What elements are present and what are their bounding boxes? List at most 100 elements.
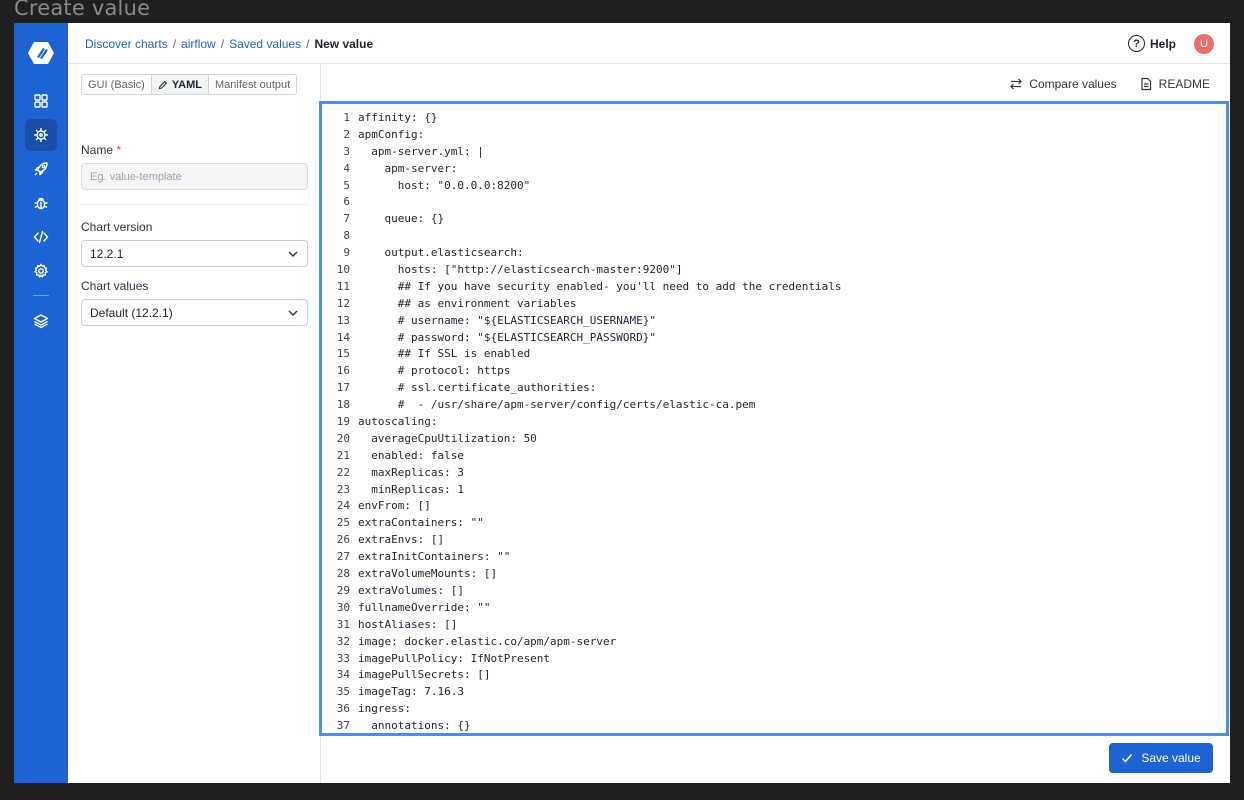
code-line: 8: [322, 228, 841, 245]
line-number: 7: [343, 212, 350, 226]
line-number: 35: [336, 685, 350, 699]
line-number: 20: [336, 431, 350, 445]
code-line: 30 fullnameOverride: "": [322, 600, 841, 617]
tab-gui-basic[interactable]: GUI (Basic): [82, 75, 152, 94]
line-text: fullnameOverride: "": [358, 600, 491, 614]
tab-gui-basic-label: GUI (Basic): [88, 78, 145, 91]
code-line: 16 # protocol: https: [322, 363, 841, 380]
readme-button[interactable]: README: [1139, 77, 1210, 91]
line-number: 23: [336, 482, 350, 496]
code-line: 5 host: "0.0.0.0:8200": [322, 178, 841, 195]
line-text: imagePullSecrets: []: [358, 668, 491, 682]
breadcrumb-saved-values[interactable]: Saved values: [229, 37, 301, 51]
code-line: 35 imageTag: 7.16.3: [322, 684, 841, 701]
app-logo-icon[interactable]: [27, 41, 55, 65]
code-line: 22 maxReplicas: 3: [322, 465, 841, 482]
name-input[interactable]: [81, 163, 308, 190]
window-title: Create value: [14, 0, 151, 20]
line-text: [350, 228, 358, 245]
dashboard-grid-icon: [34, 94, 48, 108]
line-number: 33: [336, 651, 350, 665]
nav-settings-button[interactable]: [25, 255, 57, 287]
line-number: 1: [343, 111, 350, 124]
line-number: 5: [343, 178, 350, 192]
code-icon: [33, 230, 49, 244]
chart-version-value: 12.2.1: [90, 246, 124, 261]
line-text: averageCpuUtilization: 50: [358, 431, 537, 445]
line-number: 8: [343, 229, 350, 243]
code-line: 20 averageCpuUtilization: 50: [322, 431, 841, 448]
breadcrumb-discover-charts[interactable]: Discover charts: [85, 37, 168, 51]
line-number: 37: [336, 719, 350, 733]
line-text: extraVolumes: []: [358, 583, 464, 597]
bug-icon: [34, 197, 48, 210]
line-text: queue: {}: [358, 212, 445, 226]
code-line: 4 apm-server:: [322, 161, 841, 178]
line-number: 29: [336, 583, 350, 597]
help-button[interactable]: ? Help: [1127, 35, 1176, 52]
tab-manifest-output[interactable]: Manifest output: [209, 75, 296, 94]
line-text: imagePullPolicy: IfNotPresent: [358, 651, 551, 665]
line-text: ## as environment variables: [358, 296, 577, 310]
code-line: 26 extraEnvs: []: [322, 532, 841, 549]
line-text: affinity: {}: [358, 111, 438, 124]
code-line: 33 imagePullPolicy: IfNotPresent: [322, 651, 841, 668]
nav-deploy-button[interactable]: [25, 153, 57, 185]
tab-yaml-label: YAML: [171, 78, 202, 91]
line-number: 9: [343, 246, 350, 260]
code-line: 21 enabled: false: [322, 448, 841, 465]
line-number: 32: [336, 634, 350, 648]
nav-dashboard-button[interactable]: [25, 85, 57, 117]
chart-values-value: Default (12.2.1): [90, 305, 173, 320]
code-line: 36 ingress:: [322, 701, 841, 718]
line-number: 12: [336, 296, 350, 310]
chart-version-select[interactable]: 12.2.1: [81, 240, 308, 267]
view-mode-tabs: GUI (Basic) YAML Manifest output: [81, 74, 298, 95]
line-text: # username: "${ELASTICSEARCH_USERNAME}": [358, 313, 657, 327]
save-value-label: Save value: [1141, 751, 1201, 765]
gear-icon: [33, 263, 49, 279]
breadcrumb-airflow[interactable]: airflow: [181, 37, 216, 51]
line-text: host: "0.0.0.0:8200": [358, 178, 531, 192]
chart-values-select[interactable]: Default (12.2.1): [81, 299, 308, 326]
line-text: [350, 194, 358, 211]
line-text: extraContainers: "": [358, 516, 484, 530]
code-line: 29 extraVolumes: []: [322, 583, 841, 600]
line-number: 19: [336, 415, 350, 429]
line-number: 18: [336, 398, 350, 412]
code-line: 11 ## If you have security enabled- you'…: [322, 279, 842, 296]
layers-icon: [33, 314, 49, 329]
code-line: 34 imagePullSecrets: []: [322, 667, 841, 684]
line-text: apm-server:: [358, 161, 458, 175]
code-line: 37 annotations: {}: [322, 718, 841, 733]
nav-code-button[interactable]: [25, 221, 57, 253]
line-number: 28: [336, 567, 350, 581]
code-line: 2 apmConfig:: [322, 127, 841, 144]
name-label-text: Name: [81, 143, 114, 157]
nav-debug-button[interactable]: [25, 187, 57, 219]
line-number: 6: [343, 195, 350, 209]
code-line: 25 extraContainers: "": [322, 515, 841, 532]
code-line: 28 extraVolumeMounts: []: [322, 566, 841, 583]
top-bar: Discover charts / airflow / Saved values…: [68, 23, 1230, 64]
line-text: output.elasticsearch:: [358, 246, 524, 260]
tab-yaml[interactable]: YAML: [151, 75, 209, 94]
line-text: enabled: false: [358, 448, 464, 462]
compare-values-button[interactable]: Compare values: [1009, 77, 1117, 91]
user-avatar[interactable]: U: [1194, 34, 1214, 54]
line-text: extraVolumeMounts: []: [358, 567, 498, 581]
line-number: 14: [336, 330, 350, 344]
code-line: 32 image: docker.elastic.co/apm/apm-serve…: [322, 634, 841, 651]
chart-values-label: Chart values: [81, 279, 149, 293]
editor-actions: Compare values README: [1009, 77, 1210, 91]
save-value-button[interactable]: Save value: [1109, 743, 1213, 773]
line-number: 2: [343, 127, 350, 141]
line-text: apm-server.yml: |: [358, 144, 484, 158]
breadcrumb-separator: /: [220, 37, 225, 51]
line-number: 34: [336, 668, 350, 682]
line-number: 17: [336, 381, 350, 395]
yaml-editor[interactable]: 1 affinity: {} 2 apmConfig: 3 apm-server.yml…: [319, 101, 1229, 736]
nav-layers-button[interactable]: [25, 305, 57, 337]
code-line: 24 envFrom: []: [322, 498, 841, 515]
nav-charts-button[interactable]: [25, 119, 57, 151]
